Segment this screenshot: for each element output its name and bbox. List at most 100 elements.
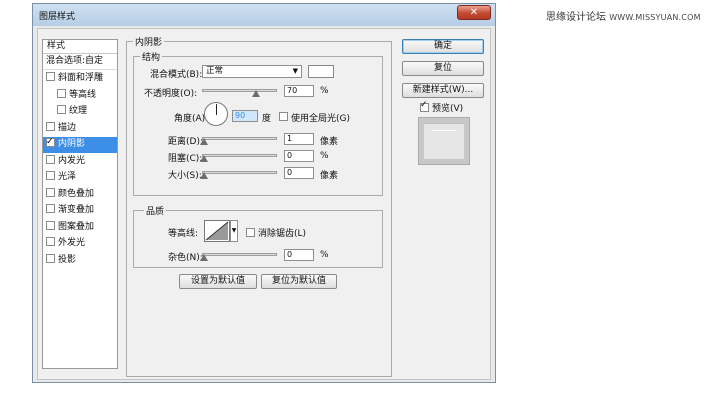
preview-checkbox[interactable] bbox=[420, 100, 429, 112]
style-item-label: 光泽 bbox=[58, 172, 77, 182]
blend-mode-select[interactable]: 正常 ▼ bbox=[202, 65, 302, 78]
blend-mode-label: 混合模式(B): bbox=[150, 70, 203, 80]
make-default-button[interactable]: 设置为默认值 bbox=[179, 274, 257, 289]
style-item-checkbox[interactable] bbox=[46, 187, 55, 197]
watermark-url: WWW.MISSYUAN.COM bbox=[609, 13, 701, 22]
size-slider[interactable] bbox=[202, 171, 277, 174]
noise-label: 杂色(N): bbox=[168, 253, 203, 263]
noise-slider[interactable] bbox=[202, 253, 277, 256]
style-item-checkbox[interactable] bbox=[46, 171, 55, 180]
ok-button[interactable]: 确定 bbox=[402, 39, 484, 54]
dialog-body: 样式 混合选项:自定 斜面和浮雕等高线纹理描边内阴影内发光光泽颜色叠加渐变叠加图… bbox=[37, 28, 491, 380]
style-item[interactable]: 颜色叠加 bbox=[43, 187, 117, 203]
style-item-label: 颜色叠加 bbox=[58, 188, 95, 199]
contour-picker[interactable] bbox=[204, 220, 230, 242]
distance-input[interactable]: 1 bbox=[284, 133, 314, 145]
preview-highlight bbox=[432, 130, 456, 131]
size-unit: 像素 bbox=[320, 171, 339, 181]
style-item-label: 外发光 bbox=[58, 238, 86, 248]
shadow-color-swatch[interactable] bbox=[308, 65, 334, 78]
style-item[interactable]: 光泽 bbox=[43, 170, 117, 186]
opacity-slider[interactable] bbox=[202, 89, 277, 92]
antialias-checkbox[interactable] bbox=[246, 228, 255, 237]
style-item-label: 图案叠加 bbox=[58, 221, 95, 232]
angle-dial[interactable] bbox=[204, 102, 228, 126]
style-item-label: 斜面和浮雕 bbox=[58, 73, 104, 83]
style-list: 样式 混合选项:自定 斜面和浮雕等高线纹理描边内阴影内发光光泽颜色叠加渐变叠加图… bbox=[42, 39, 118, 369]
style-item-checkbox[interactable] bbox=[46, 154, 55, 164]
title-bar[interactable]: 图层样式 ✕ bbox=[33, 4, 495, 26]
distance-unit: 像素 bbox=[320, 137, 339, 147]
size-slider-thumb[interactable] bbox=[200, 172, 208, 179]
style-item-label: 投影 bbox=[58, 254, 77, 265]
watermark: 思缘设计论坛 WWW.MISSYUAN.COM bbox=[546, 8, 701, 23]
style-item-checkbox[interactable] bbox=[57, 105, 66, 114]
reset-default-button[interactable]: 复位为默认值 bbox=[261, 274, 337, 289]
style-item-checkbox[interactable] bbox=[46, 220, 55, 230]
blend-options-item[interactable]: 混合选项:自定 bbox=[43, 54, 117, 70]
antialias-label: 消除锯齿(L) bbox=[258, 229, 307, 239]
style-item-label: 等高线 bbox=[69, 89, 97, 100]
watermark-text: 思缘设计论坛 bbox=[546, 12, 606, 23]
style-item-checkbox[interactable] bbox=[46, 121, 55, 131]
noise-input[interactable]: 0 bbox=[284, 249, 314, 261]
distance-slider-thumb[interactable] bbox=[200, 138, 208, 145]
opacity-input[interactable]: 70 bbox=[284, 85, 314, 97]
dialog-title: 图层样式 bbox=[39, 12, 76, 22]
style-item-checkbox[interactable] bbox=[46, 72, 55, 81]
style-item[interactable]: 渐变叠加 bbox=[43, 203, 117, 219]
noise-slider-thumb[interactable] bbox=[200, 254, 208, 261]
close-button[interactable]: ✕ bbox=[457, 5, 491, 20]
style-item[interactable]: 描边 bbox=[43, 121, 117, 137]
quality-title: 品质 bbox=[144, 204, 167, 217]
inner-shadow-title: 内阴影 bbox=[133, 35, 165, 48]
structure-title: 结构 bbox=[140, 50, 163, 63]
choke-slider[interactable] bbox=[202, 154, 277, 157]
style-item-label: 纹理 bbox=[69, 106, 88, 116]
style-item-checkbox[interactable] bbox=[46, 253, 55, 263]
noise-unit: % bbox=[320, 250, 329, 260]
choke-slider-thumb[interactable] bbox=[200, 155, 208, 162]
preview-swatch bbox=[424, 123, 464, 159]
preview-label: 预览(V) bbox=[432, 104, 464, 114]
global-light-checkbox[interactable] bbox=[279, 112, 288, 121]
style-item[interactable]: 纹理 bbox=[43, 104, 117, 120]
opacity-unit: % bbox=[320, 86, 329, 96]
style-item[interactable]: 等高线 bbox=[43, 88, 117, 104]
style-list-header: 样式 bbox=[43, 40, 117, 54]
style-item-checkbox[interactable] bbox=[46, 135, 55, 150]
style-item-checkbox[interactable] bbox=[46, 237, 55, 246]
dropdown-arrow-icon: ▼ bbox=[292, 67, 298, 75]
opacity-label: 不透明度(O): bbox=[144, 89, 198, 99]
style-item-label: 描边 bbox=[58, 122, 77, 133]
distance-slider[interactable] bbox=[202, 137, 277, 140]
inner-shadow-panel: 内阴影 结构 混合模式(B): 正常 ▼ 不透明度(O): 70 % 角度(A)… bbox=[126, 35, 392, 377]
choke-input[interactable]: 0 bbox=[284, 150, 314, 162]
opacity-slider-thumb[interactable] bbox=[252, 90, 260, 97]
style-item[interactable]: 外发光 bbox=[43, 236, 117, 252]
choke-label: 阻塞(C): bbox=[168, 154, 203, 164]
choke-unit: % bbox=[320, 151, 329, 161]
style-item-label: 内阴影 bbox=[58, 139, 86, 149]
style-item[interactable]: 投影 bbox=[43, 253, 117, 269]
distance-label: 距离(D): bbox=[168, 137, 203, 147]
size-input[interactable]: 0 bbox=[284, 167, 314, 179]
layer-style-dialog: 图层样式 ✕ 样式 混合选项:自定 斜面和浮雕等高线纹理描边内阴影内发光光泽颜色… bbox=[32, 3, 496, 383]
style-item-checkbox[interactable] bbox=[57, 88, 66, 98]
structure-group: 结构 混合模式(B): 正常 ▼ 不透明度(O): 70 % 角度(A): 90… bbox=[133, 50, 383, 196]
contour-curve-icon bbox=[205, 221, 229, 241]
global-light-label: 使用全局光(G) bbox=[291, 114, 350, 124]
reset-button[interactable]: 复位 bbox=[402, 61, 484, 76]
style-item[interactable]: 内发光 bbox=[43, 154, 117, 170]
style-item[interactable]: 图案叠加 bbox=[43, 220, 117, 236]
contour-dropdown-icon[interactable]: ▼ bbox=[230, 220, 238, 242]
size-label: 大小(S): bbox=[168, 171, 202, 181]
style-item[interactable]: 斜面和浮雕 bbox=[43, 71, 117, 87]
angle-needle bbox=[216, 104, 217, 115]
style-item[interactable]: 内阴影 bbox=[43, 135, 117, 153]
blend-mode-value: 正常 bbox=[206, 66, 224, 76]
angle-input[interactable]: 90 bbox=[232, 110, 258, 122]
new-style-button[interactable]: 新建样式(W)... bbox=[402, 83, 484, 98]
style-item-checkbox[interactable] bbox=[46, 204, 55, 213]
close-icon: ✕ bbox=[469, 7, 479, 18]
